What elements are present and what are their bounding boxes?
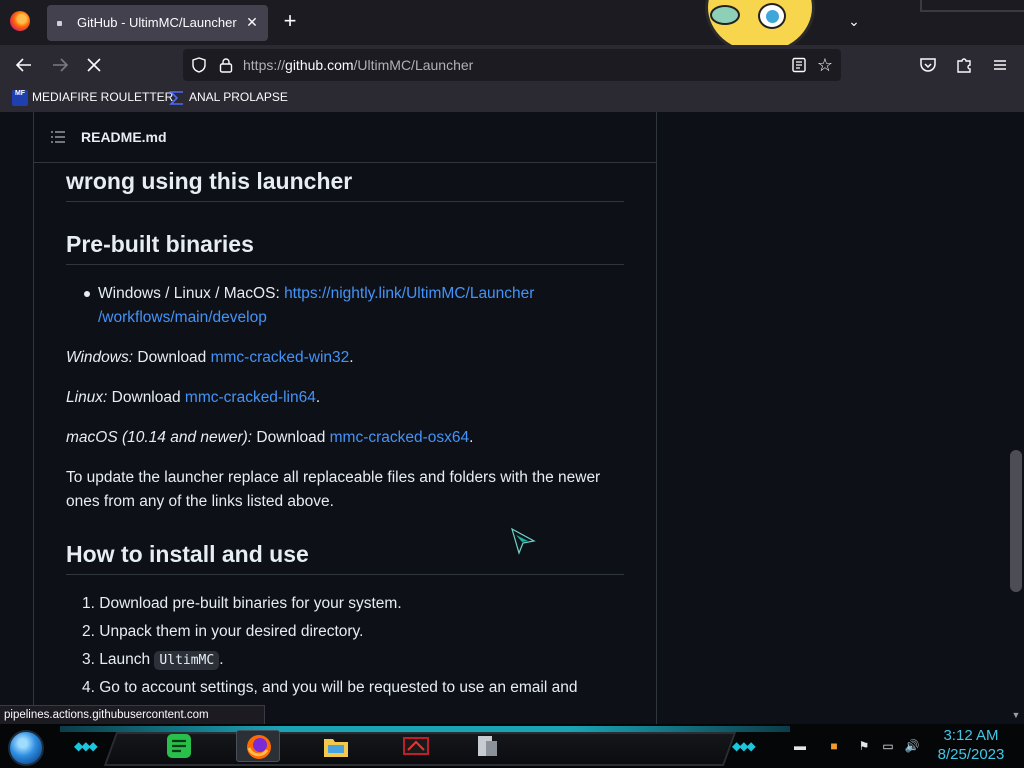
action-center-flag-icon[interactable]: ⚑ (856, 739, 872, 753)
navigation-toolbar: https://github.com/UltimMC/Launcher ☆ (0, 45, 1024, 85)
sigma-icon (169, 90, 185, 106)
windows-download-line: Windows: Download mmc-cracked-win32. (66, 349, 354, 366)
tray-overflow-icon[interactable]: ▬ (792, 739, 808, 753)
extensions-puzzle-icon[interactable] (954, 55, 974, 75)
firefox-menu-icon[interactable] (10, 11, 30, 31)
volume-icon[interactable]: 🔊 (904, 739, 920, 753)
taskbar-app-utility[interactable] (465, 730, 509, 762)
tab-favicon-icon (57, 21, 62, 26)
heading-divider (66, 574, 624, 575)
install-heading: How to install and use (66, 541, 309, 567)
inline-code: UltimMC (154, 651, 220, 670)
lock-icon[interactable] (219, 57, 233, 73)
chevron-decoration-icon: ◆◆◆ (732, 739, 756, 753)
list-item: 4. Go to account settings, and you will … (82, 679, 578, 696)
readme-filename: README.md (81, 129, 167, 145)
list-item: 2. Unpack them in your desired directory… (82, 623, 364, 640)
taskbar: ◆◆◆ ◆◆◆ ▬ ■ ⚑ ▭ 🔊 3:12 AM 8/25/2023 (0, 724, 1024, 768)
readme-panel: README.md wrong using this launcher Pre-… (33, 112, 657, 724)
section-heading-partial: wrong using this launcher (66, 168, 353, 194)
tab-bar: GitHub - UltimMC/Launcher: C ✕ + ⌄ (0, 0, 1024, 55)
frame-decoration (920, 0, 1024, 12)
utility-app-icon (478, 736, 497, 756)
list-item: 1. Download pre-built binaries for your … (82, 595, 402, 612)
reader-view-icon[interactable] (791, 57, 807, 73)
game-app-icon (403, 737, 429, 755)
taskbar-app-game[interactable] (394, 730, 438, 762)
clock-date[interactable]: 8/25/2023 (928, 746, 1014, 763)
nightly-link-continued[interactable]: /workflows/main/develop (98, 309, 267, 326)
scrollbar-track[interactable] (1008, 112, 1024, 724)
scroll-down-arrow-icon[interactable]: ▼ (1010, 708, 1022, 722)
mediafire-logo-icon: MF (12, 90, 28, 106)
bookmark-mediafire-rouletter[interactable]: MF MEDIAFIRE ROULETTER (12, 90, 173, 108)
prebuilt-binaries-heading: Pre-built binaries (66, 231, 254, 257)
url-text[interactable]: https://github.com/UltimMC/Launcher (243, 57, 693, 73)
clock-time[interactable]: 3:12 AM (928, 727, 1014, 744)
bookmarks-toolbar: MF MEDIAFIRE ROULETTER ANAL PROLAPSE (0, 85, 1024, 112)
heading-divider (66, 201, 624, 202)
readme-header: README.md (34, 112, 656, 163)
back-arrow-icon[interactable] (14, 55, 34, 75)
tray-app-icon[interactable]: ■ (826, 739, 842, 753)
outline-list-icon[interactable] (50, 130, 66, 144)
firefox-app-icon (247, 735, 271, 759)
web-page: README.md wrong using this launcher Pre-… (0, 112, 1024, 724)
taskbar-app-firefox[interactable] (236, 730, 280, 762)
taskbar-app-file-explorer[interactable] (314, 730, 358, 762)
notes-app-icon (167, 734, 191, 758)
linux-download-line: Linux: Download mmc-cracked-lin64. (66, 389, 321, 406)
osx64-download-link[interactable]: mmc-cracked-osx64 (330, 429, 470, 446)
mouse-cursor-icon (511, 527, 536, 555)
list-bullet (84, 291, 90, 297)
bookmark-star-icon[interactable]: ☆ (815, 55, 835, 75)
update-instructions: To update the launcher replace all repla… (66, 469, 601, 510)
browser-tab[interactable]: GitHub - UltimMC/Launcher: C ✕ (47, 5, 268, 41)
tracking-protection-shield-icon[interactable] (191, 57, 207, 73)
scrollbar-thumb[interactable] (1010, 450, 1022, 592)
forward-arrow-icon[interactable] (50, 55, 70, 75)
network-icon[interactable]: ▭ (880, 739, 896, 753)
chevron-decoration-icon: ◆◆◆ (74, 739, 98, 753)
link-status-bar: pipelines.actions.githubusercontent.com (0, 705, 265, 725)
heading-divider (66, 264, 624, 265)
stop-loading-icon[interactable] (84, 55, 104, 75)
macos-download-line: macOS (10.14 and newer): Download mmc-cr… (66, 429, 474, 446)
taskbar-app-notes[interactable] (157, 730, 201, 762)
hamburger-menu-icon[interactable] (990, 55, 1010, 75)
pocket-icon[interactable] (918, 55, 938, 75)
list-item: 3. Launch UltimMC. (82, 651, 224, 670)
binaries-list-item: Windows / Linux / MacOS: https://nightly… (98, 285, 535, 326)
list-all-tabs-icon[interactable]: ⌄ (846, 13, 862, 29)
nightly-link[interactable]: https://nightly.link/UltimMC/Launcher (284, 285, 534, 302)
bookmark-anal-prolapse[interactable]: ANAL PROLAPSE (169, 90, 288, 108)
tab-title: GitHub - UltimMC/Launcher: C (77, 15, 237, 30)
new-tab-button[interactable]: + (281, 10, 299, 33)
tab-close-icon[interactable]: ✕ (244, 14, 260, 30)
lin64-download-link[interactable]: mmc-cracked-lin64 (185, 389, 316, 406)
win32-download-link[interactable]: mmc-cracked-win32 (211, 349, 350, 366)
folder-icon (324, 739, 348, 757)
start-button[interactable] (8, 730, 44, 766)
address-bar[interactable]: https://github.com/UltimMC/Launcher ☆ (183, 49, 841, 81)
